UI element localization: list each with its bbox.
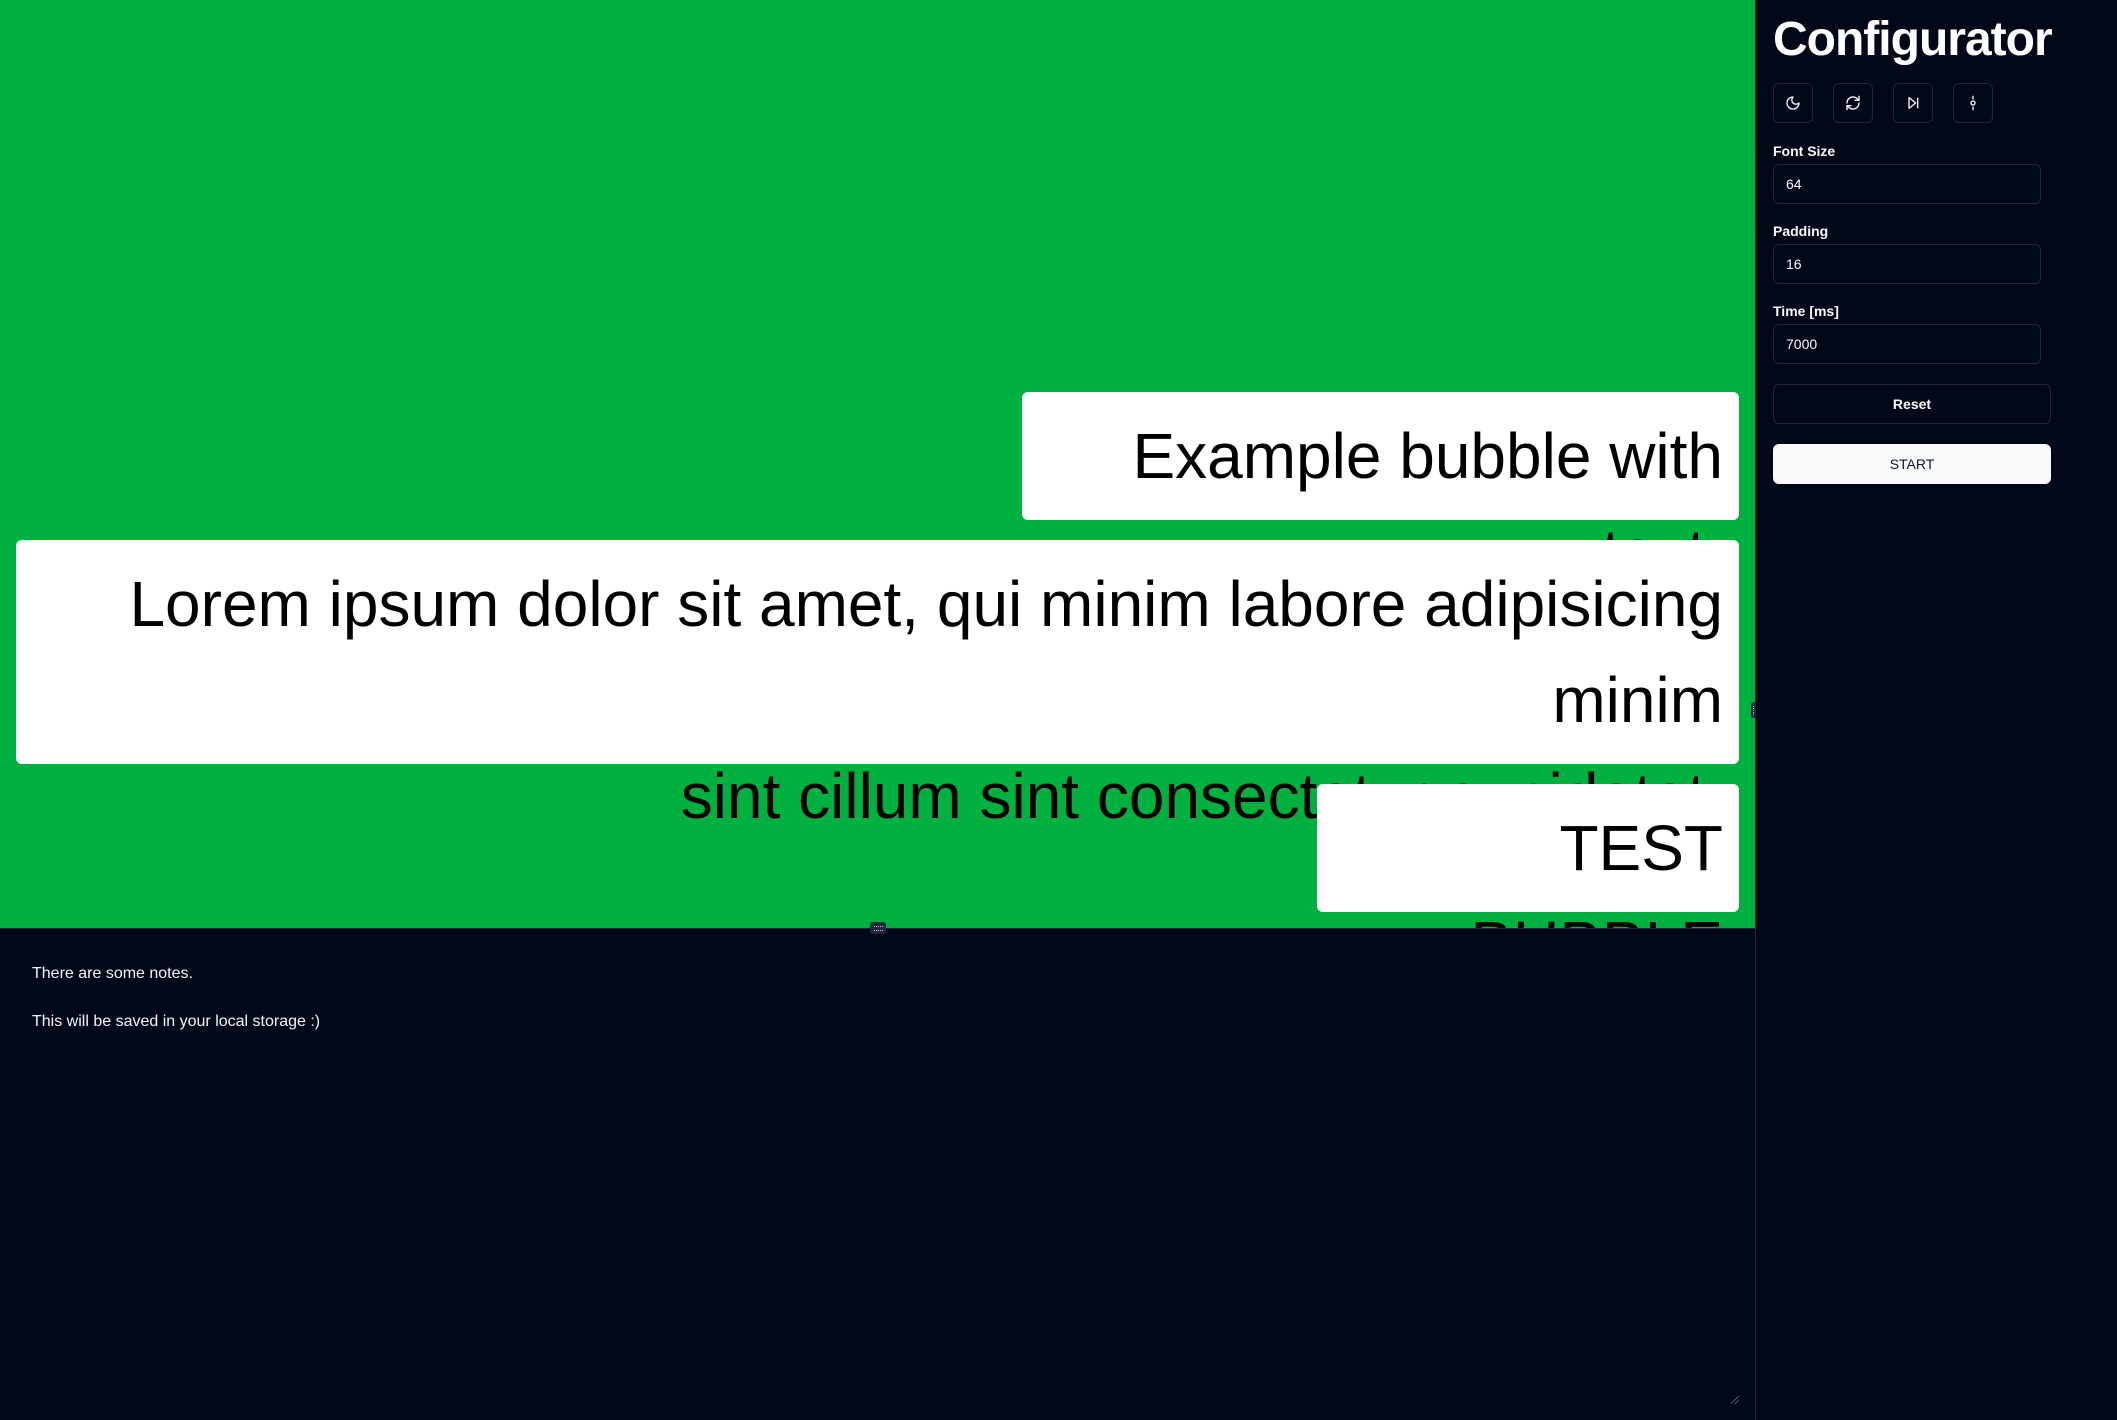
settings-icon [1970,95,1976,111]
font-size-input[interactable] [1773,164,2041,204]
bubble-preview: Example bubble with text. Lorem ipsum do… [0,0,1755,928]
page-title: Configurator [1773,13,2053,66]
refresh-icon [1846,95,1860,111]
bubble-text: TEST BUBBLE [1470,812,1723,928]
refresh-button[interactable] [1833,83,1873,123]
theme-toggle-button[interactable] [1773,83,1813,123]
skip-forward-icon [1908,97,1919,109]
bubble-text-line: Lorem ipsum dolor sit amet, qui minim la… [129,568,1723,736]
moon-icon [1786,96,1800,110]
time-input[interactable] [1773,324,2041,364]
reset-button[interactable]: Reset [1773,384,2051,424]
configurator-sidebar: Configurator Font Size Padding Time [ms]… [1756,0,2117,1420]
skip-forward-button[interactable] [1893,83,1933,123]
toolbar [1773,83,1993,123]
bubble: Lorem ipsum dolor sit amet, qui minim la… [16,540,1739,832]
font-size-label: Font Size [1773,143,1836,159]
time-label: Time [ms] [1773,303,1839,319]
horizontal-resize-handle[interactable] [870,922,886,934]
notes-panel: There are some notes. This will be saved… [0,928,1755,1420]
textarea-resize-grip[interactable] [1731,1396,1739,1404]
bubble: TEST BUBBLE [1317,784,1739,928]
start-button[interactable]: START [1773,444,2051,484]
grip-icon [873,925,883,931]
padding-input[interactable] [1773,244,2041,284]
settings-button[interactable] [1953,83,1993,123]
app-root: Example bubble with text. Lorem ipsum do… [0,0,2117,1420]
bubble: Example bubble with text. [1022,392,1739,588]
padding-label: Padding [1773,223,1829,239]
notes-line[interactable]: There are some notes. [32,962,193,986]
notes-line[interactable]: This will be saved in your local storage… [32,1010,320,1034]
